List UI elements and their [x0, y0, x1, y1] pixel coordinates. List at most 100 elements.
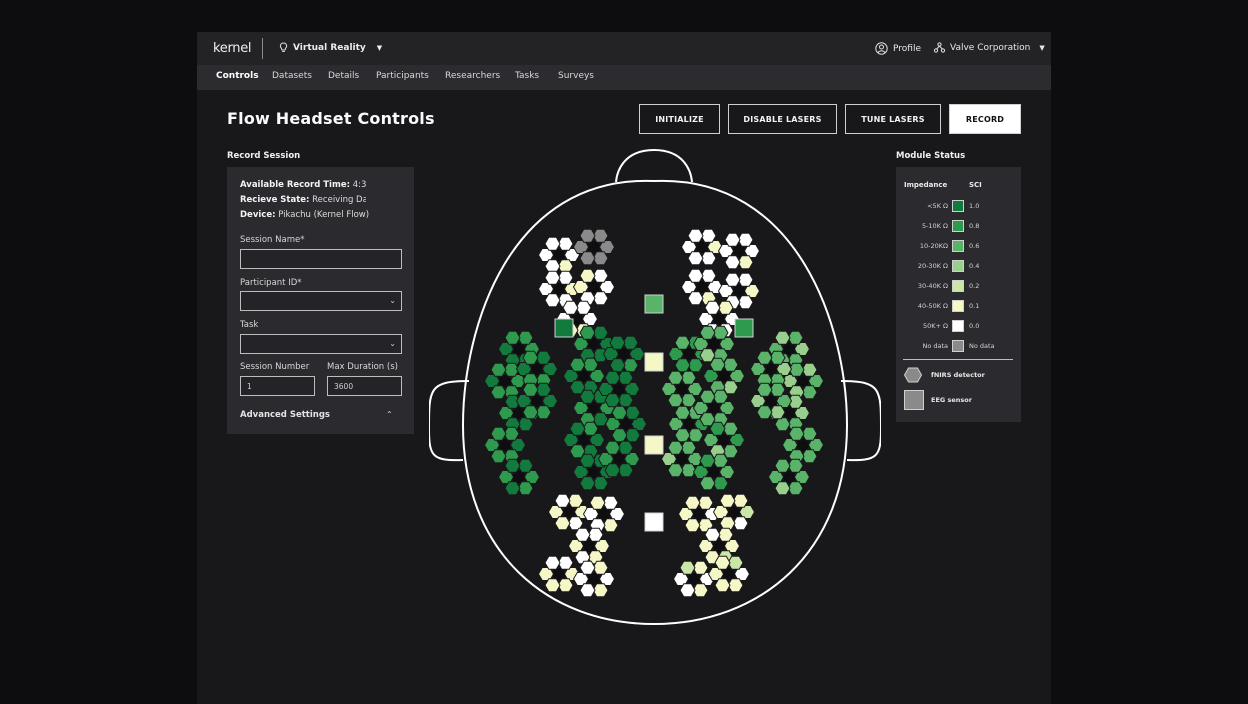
legend-row: No data No data [896, 340, 1021, 354]
module-temporal-left[interactable] [483, 330, 559, 496]
module-occipital-left[interactable] [537, 493, 626, 598]
fnirs-detector [611, 428, 628, 443]
fnirs-detector [544, 293, 561, 308]
fnirs-detector [679, 560, 696, 575]
eeg-sensor[interactable] [554, 318, 574, 338]
fnirs-detector [699, 453, 716, 468]
top-bar: kernel Virtual Reality ▼ Profile Valve C… [197, 32, 1051, 65]
module-central-right[interactable] [660, 325, 746, 491]
max-duration-label: Max Duration (s) [327, 362, 398, 372]
fnirs-detector [756, 350, 773, 365]
max-duration-input[interactable]: 3600 [327, 376, 402, 396]
fnirs-detector [522, 405, 539, 420]
fnirs-detector [490, 362, 507, 377]
tab-controls[interactable]: Controls [216, 71, 259, 81]
receive-state-value: Receiving Data [312, 195, 366, 205]
fnirs-detector [609, 358, 626, 373]
kernel-logo[interactable]: kernel [213, 41, 252, 56]
legend-row: 50K+ Ω 0.0 [896, 320, 1021, 334]
initialize-button[interactable]: INITIALIZE [639, 104, 720, 134]
legend-swatch [952, 220, 964, 232]
fnirs-detector [674, 405, 691, 420]
legend-swatch [952, 200, 964, 212]
fnirs-detector [609, 335, 626, 350]
record-session-panel: Available Record Time: 4:36 Recieve Stat… [227, 167, 414, 434]
eeg-sensor[interactable] [644, 512, 664, 532]
fnirs-detector [504, 330, 521, 345]
device-info: Device: Pikachu (Kernel Flow) [240, 210, 410, 220]
fnirs-detector [724, 255, 741, 270]
eeg-sensor[interactable] [644, 294, 664, 314]
session-number-input[interactable]: 1 [240, 376, 315, 396]
tab-tasks[interactable]: Tasks [515, 71, 539, 81]
eeg-sensor[interactable] [734, 318, 754, 338]
fnirs-detector [724, 272, 741, 287]
impedance-value: <5K Ω [927, 202, 948, 210]
legend-row: <5K Ω 1.0 [896, 200, 1021, 214]
legend-row: 30-40K Ω 0.2 [896, 280, 1021, 294]
advanced-settings-toggle[interactable]: Advanced Settings [240, 410, 330, 420]
legend-swatch [952, 340, 964, 352]
legend-swatch [952, 240, 964, 252]
module-temporal-right[interactable] [749, 330, 825, 496]
module-occipital-right[interactable] [672, 493, 756, 598]
chevron-down-icon: ▼ [376, 43, 383, 52]
chevron-down-icon: ⌄ [389, 296, 396, 305]
tab-participants[interactable]: Participants [376, 71, 429, 81]
fnirs-detector [579, 583, 596, 598]
legend-swatch [952, 300, 964, 312]
profile-label: Profile [893, 43, 921, 54]
fnirs-detector [522, 350, 539, 365]
tab-datasets[interactable]: Datasets [272, 71, 312, 81]
session-name-label: Session Name* [240, 235, 305, 245]
fnirs-detector [674, 335, 691, 350]
fnirs-detector [756, 382, 773, 397]
fnirs-detector [699, 389, 716, 404]
fnirs-detector [679, 583, 696, 598]
org-selector[interactable]: Valve Corporation ▼ [934, 42, 1045, 53]
fnirs-detector [562, 300, 579, 315]
fnirs-detector [667, 463, 684, 478]
fnirs-detector [611, 405, 628, 420]
participant-id-select[interactable]: ⌄ [240, 291, 402, 311]
fnirs-detector [579, 453, 596, 468]
tab-researchers[interactable]: Researchers [445, 71, 500, 81]
chevron-up-icon[interactable]: ⌃ [386, 410, 393, 419]
task-select[interactable]: ⌄ [240, 334, 402, 354]
record-button[interactable]: RECORD [949, 104, 1021, 134]
fnirs-detector [756, 405, 773, 420]
tab-surveys[interactable]: Surveys [558, 71, 594, 81]
module-central-left[interactable] [562, 325, 648, 491]
profile-link[interactable]: Profile [875, 42, 921, 55]
impedance-value: 10-20KΩ [919, 242, 948, 250]
fnirs-detector [774, 330, 791, 345]
available-time-value: 4:36 [352, 180, 366, 190]
legend-divider [903, 359, 1013, 360]
sci-value: 0.8 [969, 222, 980, 230]
tab-details[interactable]: Details [328, 71, 359, 81]
eeg-sensor[interactable] [644, 435, 664, 455]
fnirs-detector [504, 481, 521, 496]
fnirs-detector [684, 518, 701, 533]
legend-row: 40-50K Ω 0.1 [896, 300, 1021, 314]
legend-row: 20-30K Ω 0.4 [896, 260, 1021, 274]
disable-lasers-button[interactable]: DISABLE LASERS [728, 104, 837, 134]
fnirs-detector [699, 325, 716, 340]
user-circle-icon [875, 42, 888, 55]
eeg-sensor[interactable] [644, 352, 664, 372]
available-time-label: Available Record Time: [240, 180, 350, 190]
fnirs-detector [490, 449, 507, 464]
fnirs-detector [714, 555, 731, 570]
fnirs-detector [604, 393, 621, 408]
module-status-legend: Impedance SCI <5K Ω 1.0 5-10K Ω 0.8 10-20K… [896, 167, 1021, 422]
header-divider [262, 38, 263, 59]
record-session-heading: Record Session [227, 151, 301, 161]
project-selector[interactable]: Virtual Reality ▼ [279, 42, 382, 53]
module-frontal-left[interactable] [537, 228, 616, 338]
fnirs-detector [604, 440, 621, 455]
fnirs-detector [774, 458, 791, 473]
org-name: Valve Corporation [950, 42, 1031, 53]
tune-lasers-button[interactable]: TUNE LASERS [845, 104, 941, 134]
session-name-input[interactable] [240, 249, 402, 269]
fnirs-detector [788, 426, 805, 441]
